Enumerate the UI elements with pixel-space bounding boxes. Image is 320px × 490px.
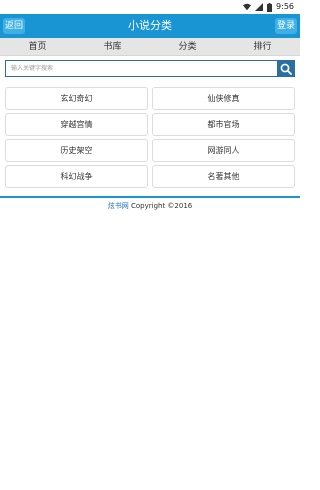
footer: 炫书网 Copyright ©2016	[0, 200, 300, 212]
category-scifi[interactable]: 科幻战争	[5, 165, 148, 188]
footer-site-link[interactable]: 炫书网	[108, 202, 129, 210]
main-nav: 首页 书库 分类 排行	[0, 38, 300, 56]
header-bar: 小说分类 返回 登录	[0, 14, 300, 38]
category-xianxia[interactable]: 仙侠修真	[152, 87, 295, 110]
status-icons: 9:56	[243, 2, 294, 12]
search-input[interactable]	[5, 60, 277, 77]
battery-icon	[267, 2, 273, 12]
category-urban[interactable]: 都市官场	[152, 113, 295, 136]
login-button[interactable]: 登录	[275, 18, 297, 34]
category-time-travel[interactable]: 穿越宫情	[5, 113, 148, 136]
wifi-icon	[243, 3, 252, 11]
footer-copyright: Copyright ©2016	[128, 202, 193, 210]
signal-icon	[255, 3, 264, 11]
search-icon	[280, 63, 292, 75]
footer-divider	[0, 196, 300, 198]
category-gaming[interactable]: 网游同人	[152, 139, 295, 162]
nav-item-home[interactable]: 首页	[0, 38, 75, 55]
category-grid: 玄幻奇幻 仙侠修真 穿越宫情 都市官场 历史架空 网游同人 科幻战争 名著其他	[5, 87, 295, 188]
category-history[interactable]: 历史架空	[5, 139, 148, 162]
status-bar: 9:56	[0, 0, 300, 14]
search-button[interactable]	[277, 60, 295, 77]
status-time: 9:56	[276, 2, 294, 11]
category-classics[interactable]: 名著其他	[152, 165, 295, 188]
category-fantasy[interactable]: 玄幻奇幻	[5, 87, 148, 110]
back-button[interactable]: 返回	[3, 18, 25, 34]
nav-item-library[interactable]: 书库	[75, 38, 150, 55]
page-title: 小说分类	[128, 19, 172, 32]
nav-item-categories[interactable]: 分类	[150, 38, 225, 55]
search-bar	[5, 60, 295, 77]
nav-item-ranking[interactable]: 排行	[225, 38, 300, 55]
